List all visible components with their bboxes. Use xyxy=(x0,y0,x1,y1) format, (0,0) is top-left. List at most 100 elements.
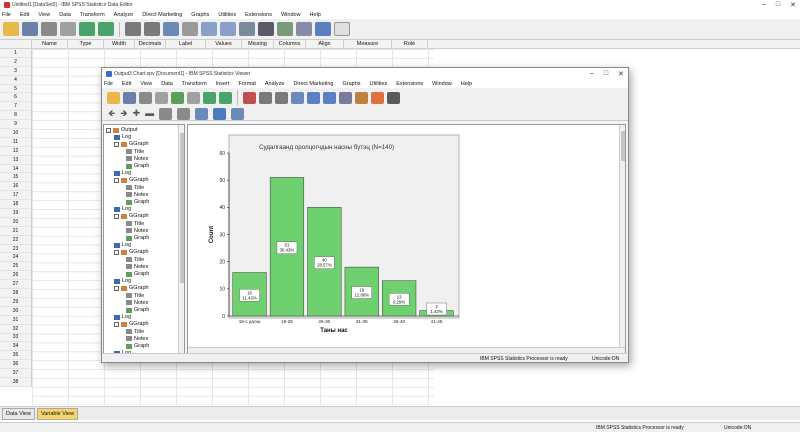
column-header-label[interactable]: Label xyxy=(166,40,206,48)
column-header-missing[interactable]: Missing xyxy=(242,40,274,48)
weight-cases-icon[interactable] xyxy=(258,22,274,36)
row-header[interactable]: 22 xyxy=(0,235,32,245)
open-folder-icon[interactable] xyxy=(3,22,19,36)
outline-item-notes[interactable]: Notes xyxy=(126,192,148,198)
row-header[interactable]: 7 xyxy=(0,102,32,112)
collapse-box-icon[interactable]: - xyxy=(114,285,119,291)
row-header[interactable]: 23 xyxy=(0,244,32,254)
viewer-menu-graphs[interactable]: Graphs xyxy=(342,81,360,87)
viewer-goto-variable-icon[interactable] xyxy=(275,91,288,104)
row-header[interactable]: 15 xyxy=(0,173,32,183)
maximize-icon[interactable]: □ xyxy=(776,1,780,9)
viewer-menu-direct-marketing[interactable]: Direct Marketing xyxy=(293,81,333,87)
viewer-menu-insert[interactable]: Insert xyxy=(216,81,230,87)
row-header[interactable]: 1 xyxy=(0,49,32,58)
viewer-save-icon[interactable] xyxy=(123,91,136,104)
undo-icon[interactable] xyxy=(79,22,95,36)
row-header[interactable]: 29 xyxy=(0,297,32,307)
row-header[interactable]: 12 xyxy=(0,146,32,156)
viewer-redo-icon[interactable] xyxy=(219,91,232,104)
tab-variable-view[interactable]: Variable View xyxy=(36,407,79,420)
row-header[interactable]: 37 xyxy=(0,369,32,378)
expand-plus-icon[interactable]: ✚ xyxy=(133,109,141,118)
insert-text-icon[interactable] xyxy=(231,107,245,120)
row-header[interactable]: 8 xyxy=(0,111,32,121)
viewer-menu-window[interactable]: Window xyxy=(432,81,452,87)
outline-item-graph[interactable]: Graph xyxy=(126,271,149,277)
menu-view[interactable]: View xyxy=(38,12,50,18)
minimize-icon[interactable]: – xyxy=(762,1,766,9)
row-header[interactable]: 3 xyxy=(0,66,32,76)
column-header-name[interactable]: Name xyxy=(32,40,68,48)
outline-item-notes[interactable]: Notes xyxy=(126,156,148,162)
row-header[interactable]: 2 xyxy=(0,57,32,67)
stop-processor-icon[interactable] xyxy=(387,91,400,104)
show-icon[interactable] xyxy=(159,107,173,120)
find-icon[interactable] xyxy=(182,22,198,36)
menu-analyze[interactable]: Analyze xyxy=(114,12,134,18)
viewer-variables-icon[interactable] xyxy=(291,91,304,104)
collapse-box-icon[interactable]: - xyxy=(114,177,119,183)
outline-scrollbar[interactable] xyxy=(178,125,184,353)
viewer-use-sets-icon[interactable] xyxy=(307,91,320,104)
print-icon[interactable] xyxy=(41,22,57,36)
outline-item-ggraph[interactable]: - GGraph xyxy=(114,213,149,219)
row-header[interactable]: 18 xyxy=(0,200,32,210)
viewer-menu-view[interactable]: View xyxy=(140,81,152,87)
outline-item-title[interactable]: Title xyxy=(126,329,144,335)
column-header-width[interactable]: Width xyxy=(104,40,135,48)
outline-item-ggraph[interactable]: - GGraph xyxy=(114,321,149,327)
outline-scroll-thumb[interactable] xyxy=(180,133,184,283)
bar-chart[interactable]: Судалгаанд оролцогчдын насны бүтэц (N=14… xyxy=(188,125,621,349)
menu-direct-marketing[interactable]: Direct Marketing xyxy=(142,12,182,18)
menu-data[interactable]: Data xyxy=(59,12,71,18)
viewer-open-icon[interactable] xyxy=(107,91,120,104)
dialog-recall-icon[interactable] xyxy=(60,22,76,36)
outline-item-graph[interactable]: Graph xyxy=(126,307,149,313)
insert-variable-icon[interactable] xyxy=(220,22,236,36)
redo-icon[interactable] xyxy=(98,22,114,36)
collapse-box-icon[interactable]: - xyxy=(114,213,119,219)
outline-item-ggraph[interactable]: - GGraph xyxy=(114,141,149,147)
row-header[interactable]: 35 xyxy=(0,351,32,361)
viewer-menu-extensions[interactable]: Extensions xyxy=(396,81,423,87)
column-header-role[interactable]: Role xyxy=(392,40,428,48)
arrow-right-icon[interactable]: 🡺 xyxy=(120,109,127,118)
menu-window[interactable]: Window xyxy=(281,12,301,18)
outline-item-title[interactable]: Title xyxy=(126,257,144,263)
menu-file[interactable]: File xyxy=(2,12,11,18)
viewer-menu-utilities[interactable]: Utilities xyxy=(370,81,388,87)
outline-item-title[interactable]: Title xyxy=(126,149,144,155)
variables-icon[interactable] xyxy=(163,22,179,36)
outline-item-log[interactable]: Log xyxy=(114,206,131,212)
viewer-close-icon[interactable]: ✕ xyxy=(618,70,624,78)
row-header[interactable]: 30 xyxy=(0,306,32,316)
row-header[interactable]: 20 xyxy=(0,217,32,227)
viewer-goto-case-icon[interactable] xyxy=(259,91,272,104)
arrow-left-icon[interactable]: 🡸 xyxy=(108,109,115,118)
menu-extensions[interactable]: Extensions xyxy=(245,12,272,18)
content-scroll-thumb[interactable] xyxy=(621,131,625,161)
outline-item-log[interactable]: Log xyxy=(114,134,131,140)
viewer-menu-data[interactable]: Data xyxy=(161,81,173,87)
row-header[interactable]: 17 xyxy=(0,191,32,201)
menu-help[interactable]: Help xyxy=(310,12,321,18)
insert-heading-icon[interactable] xyxy=(195,107,209,120)
viewer-recall-icon[interactable] xyxy=(187,91,200,104)
outline-item-graph[interactable]: Graph xyxy=(126,163,149,169)
row-header[interactable]: 4 xyxy=(0,75,32,85)
viewer-select-icon[interactable] xyxy=(355,91,368,104)
row-header[interactable]: 32 xyxy=(0,324,32,334)
tab-data-view[interactable]: Data View xyxy=(2,407,35,420)
row-header[interactable]: 19 xyxy=(0,209,32,218)
outline-item-ggraph[interactable]: - GGraph xyxy=(114,285,149,291)
viewer-menu-analyze[interactable]: Analyze xyxy=(265,81,285,87)
collapse-box-icon[interactable]: - xyxy=(114,321,119,327)
goto-case-icon[interactable] xyxy=(125,22,141,36)
spell-check-icon[interactable] xyxy=(334,22,350,36)
viewer-menu-edit[interactable]: Edit xyxy=(122,81,131,87)
row-header[interactable]: 6 xyxy=(0,93,32,103)
row-header[interactable]: 10 xyxy=(0,129,32,138)
value-labels-icon[interactable] xyxy=(296,22,312,36)
row-header[interactable]: 24 xyxy=(0,253,32,263)
